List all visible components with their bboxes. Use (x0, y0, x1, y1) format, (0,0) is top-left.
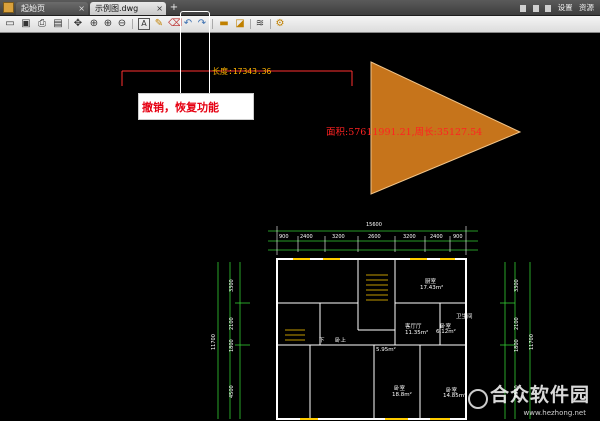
plan-dim-left: 2100 (229, 317, 235, 330)
plan-dim-right: 1800 (514, 339, 520, 352)
area-measurement-label: 面积:57611991.21,周长:35127.54 (326, 127, 483, 138)
watermark-text: 合众软件园 (489, 384, 590, 406)
callout-text: 撤销，恢复功能 (142, 101, 219, 114)
plan-dim-left: 1800 (229, 339, 235, 352)
room-area: 17.43m² (420, 285, 444, 291)
plan-dim-top: 3200 (403, 234, 416, 240)
room-name: 厨室 (425, 279, 437, 285)
plan-dim-top: 900 (453, 234, 463, 240)
room-name: 卧室 (394, 386, 406, 392)
room-name: 卫生间 (456, 314, 473, 320)
watermark-url: www.hezhong.net (523, 409, 587, 417)
length-measurement-label: 长度:17343.36 (212, 67, 272, 76)
plan-total-width: 15600 (366, 222, 382, 228)
room-area: 18.8m² (392, 392, 412, 398)
plan-total-height-right: 11700 (529, 334, 535, 350)
room-name: 客厅厅 (405, 324, 422, 330)
room-area: 11.35m² (405, 330, 429, 336)
plan-dim-top: 3200 (332, 234, 345, 240)
room-name: 卧上 (335, 338, 347, 344)
plan-dim-top: 2600 (368, 234, 381, 240)
drawing-canvas[interactable] (0, 0, 600, 421)
plan-dim-top: 2400 (300, 234, 313, 240)
plan-dim-top: 2400 (430, 234, 443, 240)
room-area: 14.85m² (443, 393, 467, 399)
room-name: 下 (319, 338, 325, 344)
plan-total-height-left: 11700 (211, 334, 217, 350)
plan-dim-top: 900 (279, 234, 289, 240)
undo-redo-callout: 撤销，恢复功能 (138, 93, 254, 120)
room-area: 5.95m² (376, 347, 396, 353)
plan-dim-left: 3300 (229, 279, 235, 292)
plan-dim-right: 3300 (514, 279, 520, 292)
room-area: 6.12m² (436, 329, 456, 335)
plan-dim-right: 2100 (514, 317, 520, 330)
watermark-logo-icon (468, 389, 488, 409)
plan-dim-left: 4500 (229, 385, 235, 398)
